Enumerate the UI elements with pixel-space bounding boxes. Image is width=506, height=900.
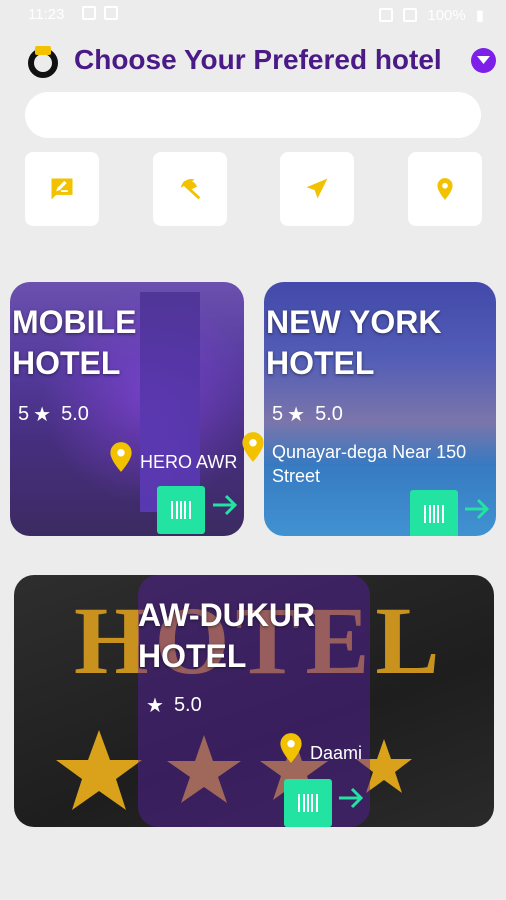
hotel-rating: 5 ★ 5.0 bbox=[272, 403, 343, 426]
location-pin-icon bbox=[280, 733, 302, 763]
arrow-right-icon[interactable] bbox=[336, 783, 366, 813]
page-title: Choose Your Prefered hotel bbox=[74, 44, 442, 75]
battery-level: 100% bbox=[427, 6, 466, 24]
hotel-location: Daami bbox=[310, 743, 363, 763]
star-icon: ★ bbox=[33, 404, 52, 426]
hotel-card[interactable]: NEW YORK HOTEL 5 ★ 5.0 Qunayar-dega Near 15… bbox=[264, 282, 496, 536]
navigation-arrow-icon bbox=[306, 178, 328, 199]
menu-dropdown-button[interactable] bbox=[471, 48, 496, 73]
signal-icon bbox=[403, 8, 418, 22]
status-system-icons: 100% ▮ bbox=[379, 6, 484, 24]
hotel-card[interactable]: HOTEL AW-DUKUR HOTEL ★ 5.0 Daami bbox=[14, 575, 494, 827]
hotel-name: MOBILE HOTEL bbox=[12, 304, 137, 381]
vibrate-icon bbox=[379, 8, 394, 22]
hotel-name: NEW YORK HOTEL bbox=[266, 304, 442, 381]
status-time: 11:23 bbox=[28, 6, 65, 23]
book-button[interactable] bbox=[410, 490, 458, 536]
beach-button[interactable] bbox=[153, 152, 227, 226]
location-pin-icon bbox=[437, 178, 453, 200]
search-input[interactable] bbox=[25, 92, 481, 138]
hotel-name: AW-DUKUR HOTEL bbox=[138, 597, 316, 674]
arrow-right-icon[interactable] bbox=[210, 490, 240, 520]
chevron-down-icon bbox=[477, 56, 490, 64]
barcode-icon bbox=[171, 501, 191, 519]
app-icon bbox=[104, 6, 118, 20]
location-pin-icon bbox=[242, 432, 264, 462]
hotel-rating: ★ 5.0 bbox=[146, 694, 202, 717]
status-bar: 11:23 100% ▮ bbox=[0, 0, 506, 34]
star-icon: ★ bbox=[287, 404, 306, 426]
arrow-right-icon[interactable] bbox=[462, 494, 492, 524]
header: Choose Your Prefered hotel bbox=[26, 42, 496, 82]
navigate-button[interactable] bbox=[280, 152, 354, 226]
hotel-rating: 5 ★ 5.0 bbox=[18, 403, 89, 426]
battery-icon: ▮ bbox=[475, 7, 484, 24]
message-edit-icon bbox=[51, 178, 73, 200]
location-pin-icon bbox=[110, 442, 132, 472]
star-icon: ★ bbox=[146, 695, 164, 717]
location-button[interactable] bbox=[408, 152, 482, 226]
barcode-icon bbox=[424, 505, 444, 523]
hotel-location: Qunayar-dega Near 150 Street bbox=[272, 442, 467, 486]
hotel-location: HERO AWR bbox=[140, 452, 238, 472]
barcode-icon bbox=[298, 794, 318, 812]
hotel-card[interactable]: MOBILE HOTEL 5 ★ 5.0 HERO AWR bbox=[10, 282, 244, 536]
image-icon bbox=[82, 6, 96, 20]
book-button[interactable] bbox=[284, 779, 332, 827]
book-button[interactable] bbox=[157, 486, 205, 534]
status-notification-icons bbox=[82, 6, 118, 20]
reviews-button[interactable] bbox=[25, 152, 99, 226]
beach-umbrella-icon bbox=[180, 179, 201, 200]
app-logo-icon bbox=[28, 46, 58, 78]
